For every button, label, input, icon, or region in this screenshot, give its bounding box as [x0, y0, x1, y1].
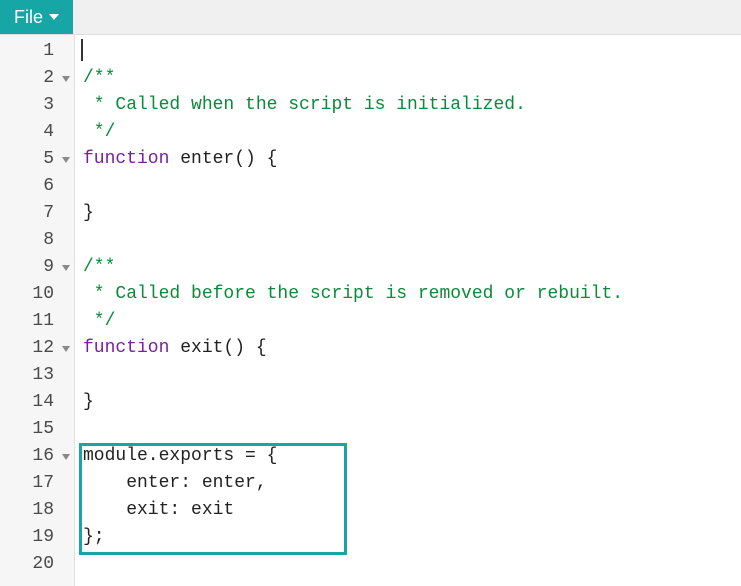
fold-icon[interactable] — [62, 157, 70, 163]
code-line[interactable]: }; — [75, 524, 741, 551]
code-line[interactable]: } — [75, 200, 741, 227]
code-area[interactable]: /** * Called when the script is initiali… — [75, 35, 741, 586]
line-number: 6 — [0, 173, 74, 200]
line-number: 13 — [0, 362, 74, 389]
code-line[interactable]: * Called when the script is initialized. — [75, 92, 741, 119]
line-number: 18 — [0, 497, 74, 524]
code-line[interactable]: module.exports = { — [75, 443, 741, 470]
line-number: 11 — [0, 308, 74, 335]
line-number: 12 — [0, 335, 74, 362]
line-number: 8 — [0, 227, 74, 254]
fold-icon[interactable] — [62, 265, 70, 271]
editor-header: File — [0, 0, 741, 35]
line-number: 3 — [0, 92, 74, 119]
code-line[interactable] — [75, 227, 741, 254]
code-line[interactable]: } — [75, 389, 741, 416]
code-line[interactable] — [75, 173, 741, 200]
file-menu-label: File — [14, 7, 43, 28]
code-line[interactable] — [75, 38, 741, 65]
line-number: 9 — [0, 254, 74, 281]
code-editor[interactable]: 1 2 3 4 5 6 7 8 9 10 11 12 13 14 15 16 1… — [0, 35, 741, 586]
fold-icon[interactable] — [62, 346, 70, 352]
chevron-down-icon — [49, 14, 59, 20]
code-line[interactable]: enter: enter, — [75, 470, 741, 497]
line-number: 14 — [0, 389, 74, 416]
line-number: 15 — [0, 416, 74, 443]
fold-icon[interactable] — [62, 454, 70, 460]
code-line[interactable]: */ — [75, 119, 741, 146]
code-line[interactable]: * Called before the script is removed or… — [75, 281, 741, 308]
code-line[interactable] — [75, 416, 741, 443]
line-number-gutter: 1 2 3 4 5 6 7 8 9 10 11 12 13 14 15 16 1… — [0, 35, 75, 586]
code-line[interactable]: exit: exit — [75, 497, 741, 524]
line-number: 5 — [0, 146, 74, 173]
line-number: 10 — [0, 281, 74, 308]
line-number: 2 — [0, 65, 74, 92]
line-number: 7 — [0, 200, 74, 227]
line-number: 1 — [0, 38, 74, 65]
line-number: 16 — [0, 443, 74, 470]
code-line[interactable] — [75, 551, 741, 578]
code-line[interactable]: /** — [75, 65, 741, 92]
code-line[interactable]: */ — [75, 308, 741, 335]
code-line[interactable]: /** — [75, 254, 741, 281]
code-line[interactable] — [75, 362, 741, 389]
line-number: 19 — [0, 524, 74, 551]
fold-icon[interactable] — [62, 76, 70, 82]
line-number: 20 — [0, 551, 74, 578]
code-line[interactable]: function enter() { — [75, 146, 741, 173]
line-number: 4 — [0, 119, 74, 146]
line-number: 17 — [0, 470, 74, 497]
file-menu-button[interactable]: File — [0, 0, 73, 34]
code-line[interactable]: function exit() { — [75, 335, 741, 362]
text-cursor — [81, 39, 83, 61]
